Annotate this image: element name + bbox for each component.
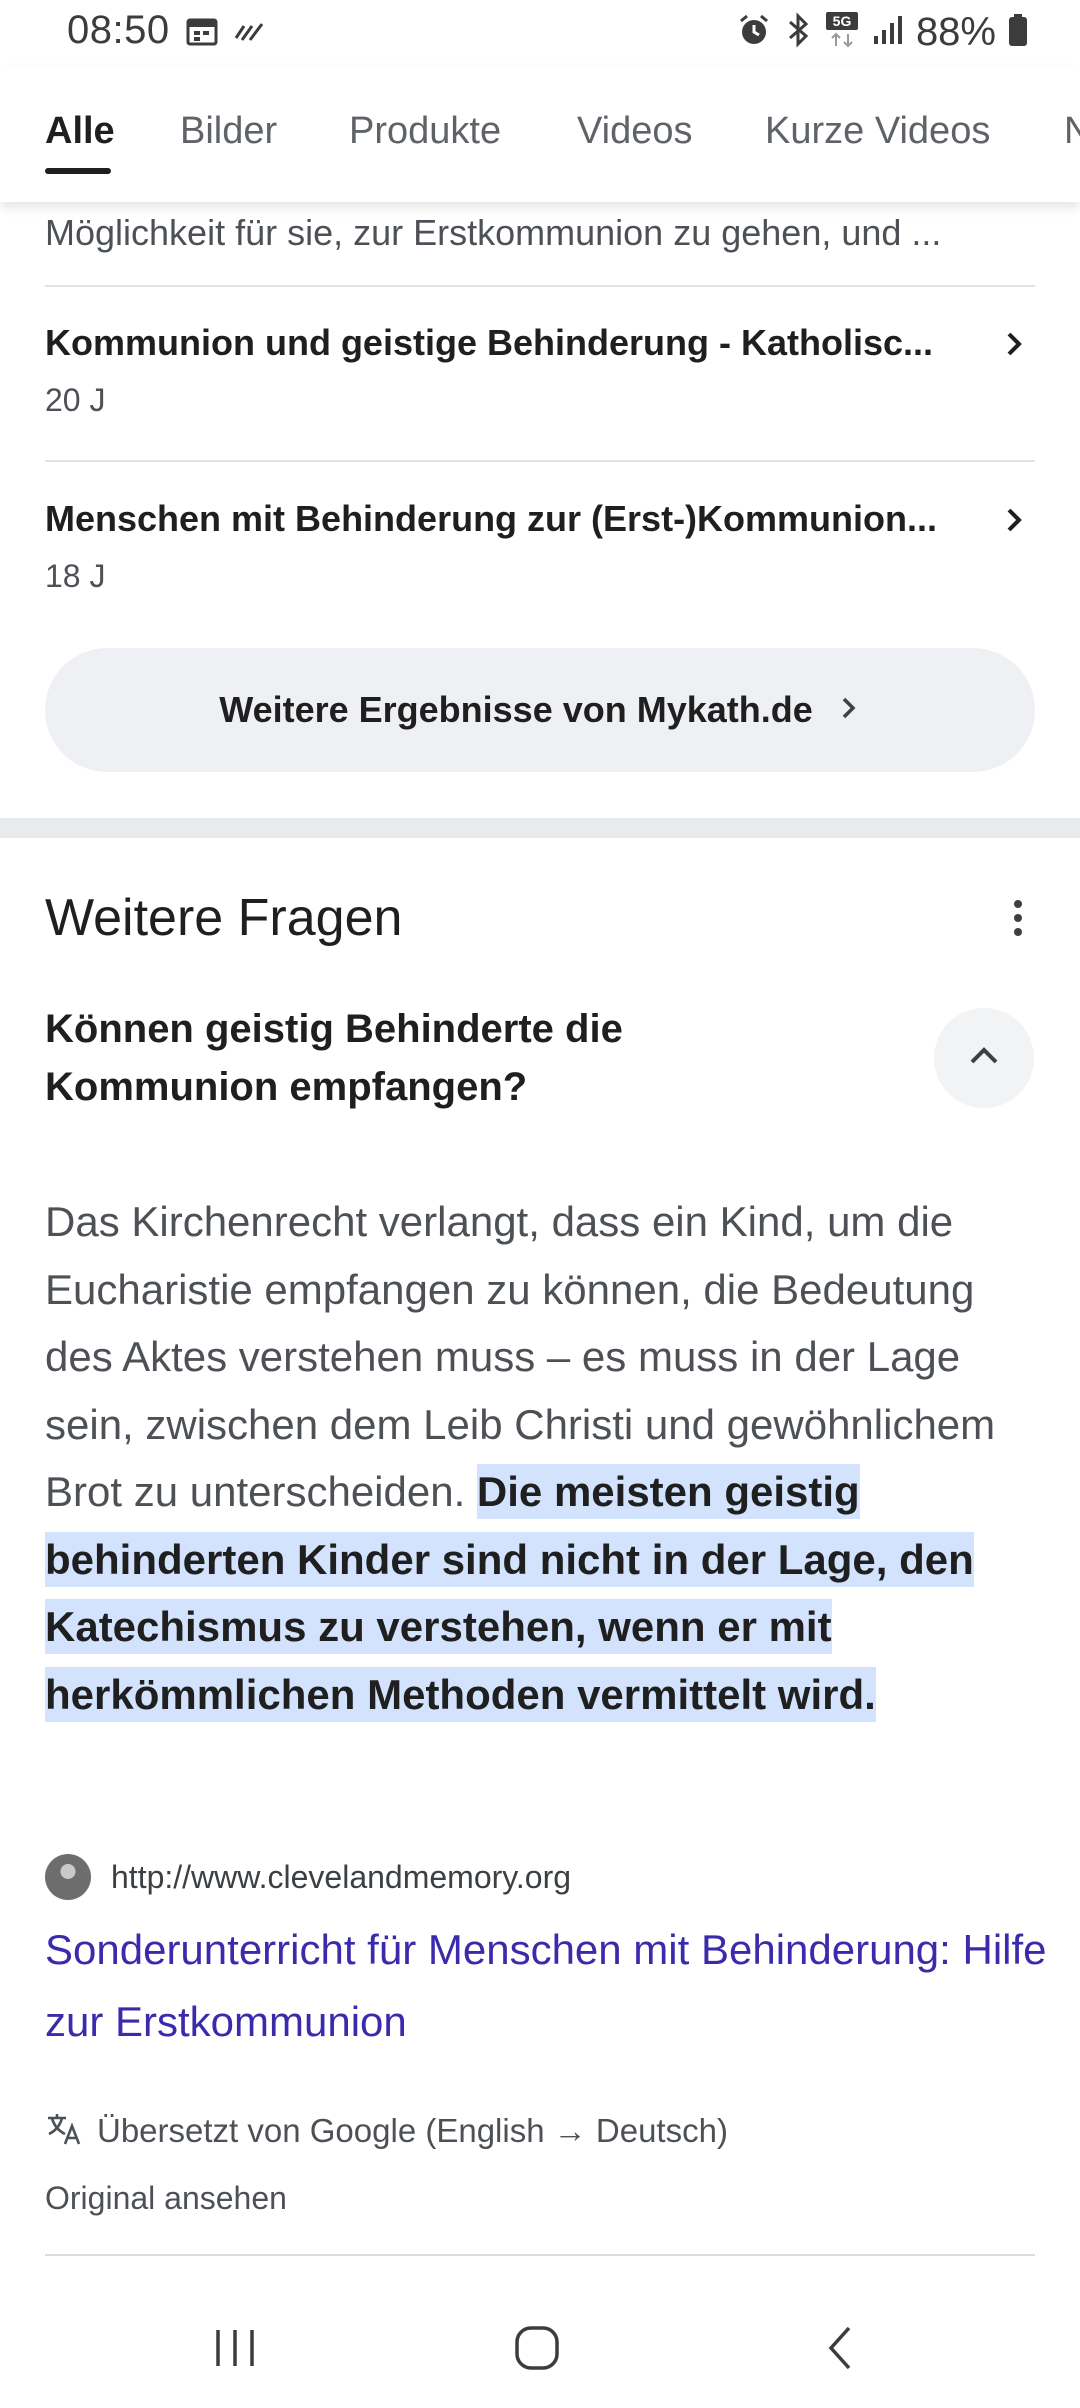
search-tabs: Alle Bilder Produkte Videos Kurze Videos…	[0, 66, 1080, 202]
battery-percent: 88%	[915, 10, 996, 54]
sub-result-age: 20 J	[45, 382, 106, 418]
svg-text:5G: 5G	[833, 13, 852, 29]
sub-result-title[interactable]: Kommunion und geistige Behinderung - Kat…	[45, 322, 933, 364]
home-button[interactable]	[492, 2320, 582, 2380]
sub-result-age: 18 J	[45, 558, 106, 594]
sub-result-title[interactable]: Menschen mit Behinderung zur (Erst-)Komm…	[45, 498, 937, 540]
status-right-icons: 5G 88%	[736, 10, 1028, 55]
collapse-button[interactable]	[934, 1008, 1034, 1108]
system-nav-bar	[0, 2290, 1080, 2408]
sub-result-link[interactable]: Kommunion und geistige Behinderung - Kat…	[45, 322, 1035, 432]
home-icon	[513, 2324, 561, 2377]
chevron-up-icon	[964, 1042, 1004, 1075]
source-row[interactable]: http://www.clevelandmemory.org	[45, 1854, 571, 1900]
tab-videos[interactable]: Videos	[577, 110, 693, 153]
signal-icon	[872, 14, 904, 51]
paa-heading: Weitere Fragen	[45, 889, 403, 947]
tab-bilder[interactable]: Bilder	[180, 110, 277, 153]
battery-icon	[1008, 13, 1028, 52]
more-results-button[interactable]: Weitere Ergebnisse von Mykath.de	[45, 648, 1035, 772]
tab-kurze-videos[interactable]: Kurze Videos	[765, 110, 990, 153]
active-tab-indicator	[45, 168, 111, 174]
status-left-icons	[186, 16, 266, 51]
tab-alle[interactable]: Alle	[45, 110, 115, 153]
divider	[45, 285, 1035, 287]
back-icon	[825, 2324, 855, 2377]
chevron-right-icon	[837, 690, 861, 731]
more-options-icon[interactable]	[1006, 896, 1030, 940]
paa-question[interactable]: Können geistig Behinderte die Kommunion …	[45, 1000, 865, 1116]
sub-result-link[interactable]: Menschen mit Behinderung zur (Erst-)Komm…	[45, 498, 1035, 608]
recent-apps-button[interactable]	[190, 2320, 280, 2380]
tab-more[interactable]: N	[1064, 110, 1080, 153]
site-favicon	[45, 1854, 91, 1900]
section-separator	[0, 818, 1080, 838]
status-time: 08:50	[67, 8, 170, 52]
sync-icon	[232, 18, 266, 49]
translated-note-row: Übersetzt von Google (English → Deutsch)	[45, 2110, 728, 2151]
result-title-link[interactable]: Sonderunterricht für Menschen mit Behind…	[45, 1914, 1055, 2058]
chevron-right-icon	[1001, 324, 1029, 369]
alarm-icon	[736, 12, 772, 53]
translate-icon	[45, 2110, 83, 2151]
more-results-label: Weitere Ergebnisse von Mykath.de	[219, 689, 813, 730]
back-button[interactable]	[795, 2320, 885, 2380]
view-original-link[interactable]: Original ansehen	[45, 2180, 287, 2217]
bluetooth-icon	[784, 12, 812, 53]
divider	[45, 460, 1035, 462]
recent-apps-icon	[212, 2326, 258, 2375]
translated-note: Übersetzt von Google (English → Deutsch)	[97, 2111, 728, 2149]
calendar-icon	[186, 16, 218, 51]
paa-answer: Das Kirchenrecht verlangt, dass ein Kind…	[45, 1188, 1045, 1728]
source-url[interactable]: http://www.clevelandmemory.org	[111, 1859, 571, 1896]
divider	[45, 2254, 1035, 2256]
network-5g-icon: 5G	[824, 10, 860, 55]
snippet-text: Möglichkeit für sie, zur Erstkommunion z…	[45, 212, 942, 253]
chevron-right-icon	[1001, 500, 1029, 545]
status-bar: 08:50 5G 88%	[0, 0, 1080, 66]
tab-produkte[interactable]: Produkte	[349, 110, 501, 153]
